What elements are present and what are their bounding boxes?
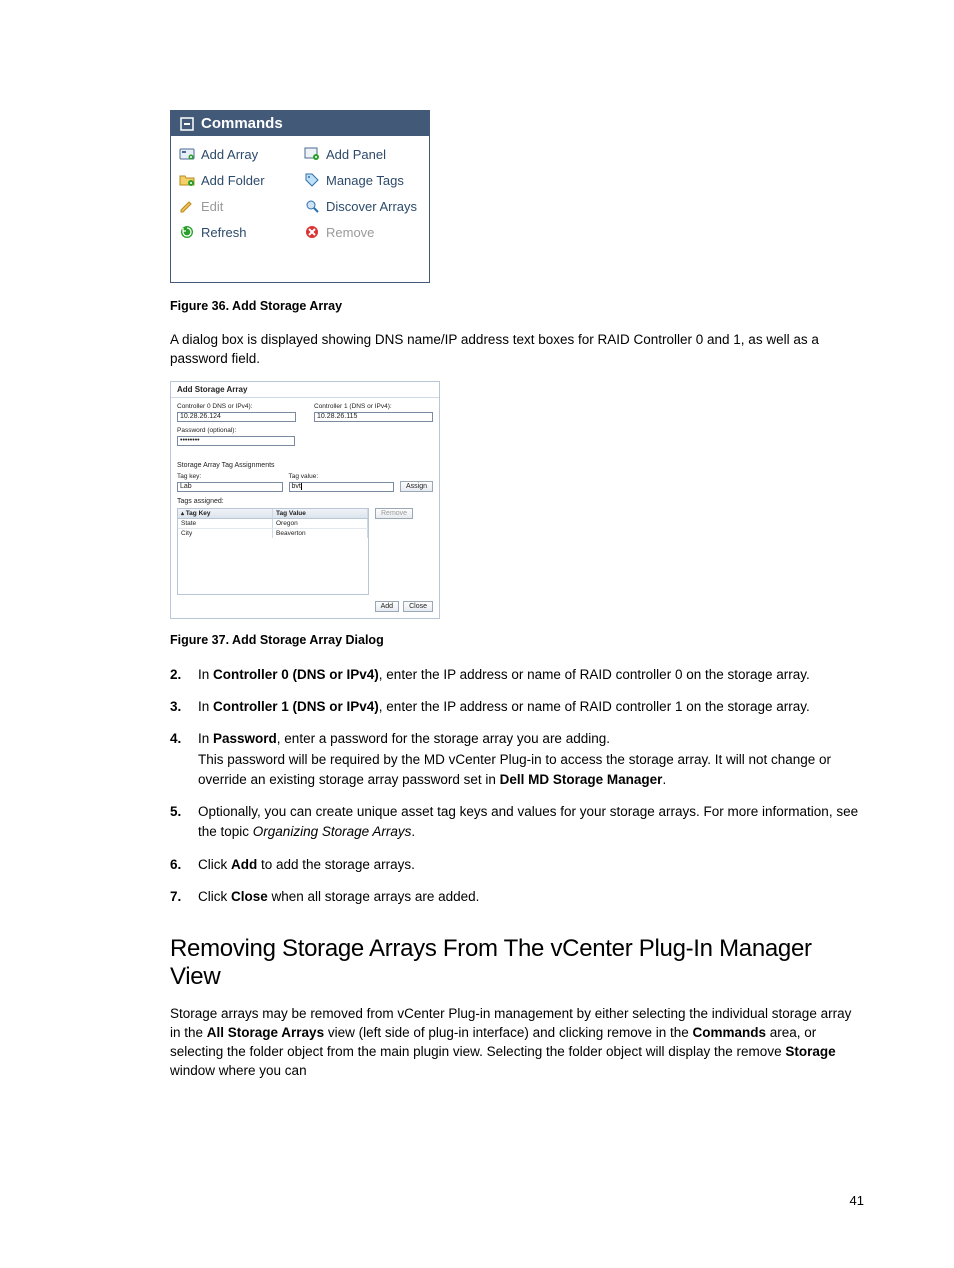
- controller1-label: Controller 1 (DNS or IPv4):: [314, 403, 433, 410]
- tag-key-label: Tag key:: [177, 473, 283, 480]
- edit-command: Edit: [179, 198, 296, 214]
- refresh-command[interactable]: Refresh: [179, 224, 296, 240]
- figure-37-caption: Figure 37. Add Storage Array Dialog: [170, 633, 864, 647]
- tag-value-input[interactable]: bvt: [289, 482, 395, 492]
- controller0-label: Controller 0 DNS or IPv4):: [177, 403, 296, 410]
- assign-button[interactable]: Assign: [400, 481, 433, 492]
- commands-panel: Commands Add Array Add Panel: [170, 110, 430, 283]
- controller1-input[interactable]: 10.28.26.115: [314, 412, 433, 422]
- tags-table-header[interactable]: Tag Key Tag Value: [178, 509, 368, 519]
- add-panel-command[interactable]: Add Panel: [304, 146, 421, 162]
- removing-arrays-heading: Removing Storage Arrays From The vCenter…: [170, 935, 864, 991]
- tag-icon: [304, 172, 320, 188]
- add-storage-array-dialog: Add Storage Array Controller 0 DNS or IP…: [170, 381, 440, 619]
- page-number: 41: [850, 1193, 864, 1208]
- magnifier-icon: [304, 198, 320, 214]
- remove-icon: [304, 224, 320, 240]
- add-panel-label: Add Panel: [326, 147, 386, 162]
- password-input[interactable]: ••••••••: [177, 436, 295, 446]
- dialog-add-button[interactable]: Add: [375, 601, 399, 612]
- pencil-icon: [179, 198, 195, 214]
- folder-add-icon: [179, 172, 195, 188]
- refresh-label: Refresh: [201, 225, 247, 240]
- remove-tag-button[interactable]: Remove: [375, 508, 413, 519]
- step-4: 4. In Password, enter a password for the…: [170, 729, 864, 790]
- step-6: 6. Click Add to add the storage arrays.: [170, 855, 864, 875]
- tags-assigned-label: Tags assigned:: [177, 498, 433, 505]
- tag-section-title: Storage Array Tag Assignments: [177, 462, 433, 469]
- edit-label: Edit: [201, 199, 223, 214]
- dialog-title: Add Storage Array: [171, 382, 439, 398]
- figure-36-caption: Figure 36. Add Storage Array: [170, 299, 864, 313]
- steps-list: 2. In Controller 0 (DNS or IPv4), enter …: [170, 665, 864, 907]
- step-2: 2. In Controller 0 (DNS or IPv4), enter …: [170, 665, 864, 685]
- commands-body: Add Array Add Panel Add Folder: [171, 136, 429, 282]
- dialog-close-button[interactable]: Close: [403, 601, 433, 612]
- remove-command: Remove: [304, 224, 421, 240]
- step-3: 3. In Controller 1 (DNS or IPv4), enter …: [170, 697, 864, 717]
- commands-title: Commands: [201, 115, 283, 132]
- add-array-label: Add Array: [201, 147, 258, 162]
- manage-tags-label: Manage Tags: [326, 173, 404, 188]
- manage-tags-command[interactable]: Manage Tags: [304, 172, 421, 188]
- tags-table: Tag Key Tag Value State Oregon City Beav…: [177, 508, 369, 595]
- add-folder-command[interactable]: Add Folder: [179, 172, 296, 188]
- password-label: Password (optional):: [177, 427, 295, 434]
- tags-header-key: Tag Key: [178, 509, 273, 518]
- add-array-command[interactable]: Add Array: [179, 146, 296, 162]
- refresh-icon: [179, 224, 195, 240]
- tag-value-label: Tag value:: [289, 473, 395, 480]
- removal-paragraph: Storage arrays may be removed from vCent…: [170, 1005, 864, 1081]
- discover-label: Discover Arrays: [326, 199, 417, 214]
- step-7: 7. Click Close when all storage arrays a…: [170, 887, 864, 907]
- discover-arrays-command[interactable]: Discover Arrays: [304, 198, 421, 214]
- add-panel-icon: [304, 146, 320, 162]
- tag-key-input[interactable]: Lab: [177, 482, 283, 492]
- table-row[interactable]: City Beaverton: [178, 529, 368, 538]
- intro-paragraph: A dialog box is displayed showing DNS na…: [170, 331, 864, 369]
- controller0-input[interactable]: 10.28.26.124: [177, 412, 296, 422]
- add-folder-label: Add Folder: [201, 173, 265, 188]
- table-row[interactable]: State Oregon: [178, 519, 368, 529]
- storage-array-icon: [179, 146, 195, 162]
- tags-header-value: Tag Value: [273, 509, 368, 518]
- remove-label: Remove: [326, 225, 374, 240]
- panel-toggle-icon[interactable]: [179, 116, 195, 132]
- step-5: 5. Optionally, you can create unique ass…: [170, 802, 864, 843]
- commands-panel-header: Commands: [171, 111, 429, 136]
